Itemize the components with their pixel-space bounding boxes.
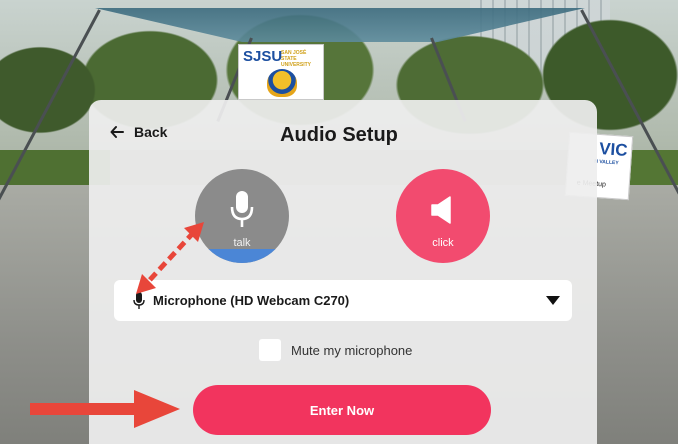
mute-checkbox[interactable] — [259, 339, 281, 361]
talk-test-button[interactable]: talk — [195, 169, 289, 263]
mic-level-indicator — [195, 248, 289, 263]
microphone-select-value: Microphone (HD Webcam C270) — [153, 293, 350, 308]
page-title: Audio Setup — [280, 124, 398, 146]
sjsu-sub-text: SAN JOSÉ STATE UNIVERSITY — [281, 50, 312, 68]
microphone-icon — [230, 191, 254, 227]
sjsu-banner: SJSU SAN JOSÉ STATE UNIVERSITY — [238, 44, 324, 100]
microphone-select[interactable]: Microphone (HD Webcam C270) — [114, 280, 572, 321]
speaker-icon — [431, 196, 451, 224]
click-test-button[interactable]: click — [396, 169, 490, 263]
svic-sub-text: N VALLEY — [594, 158, 619, 167]
spartan-mascot-icon — [267, 69, 297, 97]
click-label: click — [432, 237, 454, 249]
caret-down-icon — [546, 296, 560, 305]
mute-label: Mute my microphone — [291, 342, 413, 358]
microphone-icon — [133, 291, 145, 309]
enter-now-button[interactable]: Enter Now — [193, 385, 491, 435]
sjsu-logo-text: SJSU — [243, 48, 283, 65]
talk-label: talk — [233, 237, 251, 249]
mute-option: Mute my microphone — [259, 339, 412, 361]
